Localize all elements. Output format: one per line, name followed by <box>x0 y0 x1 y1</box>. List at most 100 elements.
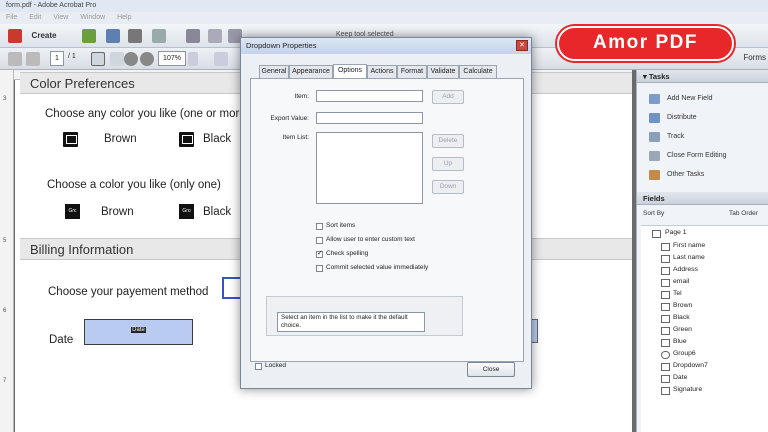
fit-page-icon[interactable] <box>214 52 228 66</box>
up-button[interactable]: Up <box>432 157 464 171</box>
dropdown-properties-dialog: Dropdown Properties ✕ General Appearance… <box>240 37 532 389</box>
zoom-in-icon[interactable] <box>140 52 154 66</box>
page-total: 1 <box>71 53 76 60</box>
task-close-form-editing[interactable]: Close Form Editing <box>667 152 727 159</box>
menu-view[interactable]: View <box>53 14 68 21</box>
prev-page-icon[interactable] <box>8 52 22 66</box>
tab-general[interactable]: General <box>259 65 289 78</box>
task-other-tasks[interactable]: Other Tasks <box>667 171 704 178</box>
field-text-icon <box>661 243 670 251</box>
checkbox-black-icon[interactable] <box>179 132 194 147</box>
field-last-name[interactable]: Last name <box>673 254 705 261</box>
tab-calculate[interactable]: Calculate <box>459 65 497 78</box>
date-field[interactable]: Date <box>84 319 193 345</box>
zoom-out-icon[interactable] <box>124 52 138 66</box>
amor-pdf-logo: Amor PDF <box>557 26 734 61</box>
delete-button[interactable]: Delete <box>432 134 464 148</box>
radio-brown-icon[interactable]: Grc <box>65 204 80 219</box>
field-group6[interactable]: Group6 <box>673 350 696 357</box>
distribute-icon <box>649 113 660 123</box>
field-brown[interactable]: Brown <box>673 302 692 309</box>
field-dropdown7[interactable]: Dropdown7 <box>673 362 708 369</box>
task-distribute[interactable]: Distribute <box>667 114 697 121</box>
commit-value-label: Commit selected value immediately <box>326 264 429 271</box>
field-address[interactable]: Address <box>673 266 698 273</box>
field-date[interactable]: Date <box>673 374 687 381</box>
add-button[interactable]: Add <box>432 90 464 104</box>
page-number-input[interactable]: 1 <box>50 51 64 66</box>
field-green[interactable]: Green <box>673 326 692 333</box>
field-email[interactable]: email <box>673 278 689 285</box>
question-payment-method: Choose your payement method <box>48 286 209 298</box>
window-title: form.pdf - Adobe Acrobat Pro <box>6 2 97 9</box>
dialog-title: Dropdown Properties <box>246 41 317 50</box>
radio-black-label: Black <box>203 206 232 218</box>
field-black[interactable]: Black <box>673 314 690 321</box>
select-tool-icon[interactable] <box>91 52 105 66</box>
down-button[interactable]: Down <box>432 180 464 194</box>
dropdown-field-selected[interactable] <box>222 277 242 299</box>
sort-by-dropdown[interactable]: Sort By <box>643 210 664 217</box>
zoom-dropdown-icon[interactable] <box>188 52 198 66</box>
dialog-close-icon[interactable]: ✕ <box>516 40 528 51</box>
tab-order-dropdown[interactable]: Tab Order <box>729 210 758 217</box>
option-brown-label: Brown <box>104 133 137 145</box>
tab-appearance[interactable]: Appearance <box>289 65 333 78</box>
item-input[interactable] <box>316 90 423 102</box>
field-radio-group-icon <box>661 351 670 359</box>
comment-icon[interactable] <box>208 29 222 43</box>
check-spelling-label: Check spelling <box>326 250 369 257</box>
folder-icon[interactable] <box>82 29 96 43</box>
field-text-icon <box>661 255 670 263</box>
locked-label: Locked <box>265 362 286 369</box>
tab-validate[interactable]: Validate <box>427 65 459 78</box>
export-value-label: Export Value: <box>270 115 309 122</box>
zoom-input[interactable]: 107% <box>158 51 186 66</box>
tasks-header[interactable]: ▾ Tasks <box>637 70 768 83</box>
radio-black-icon[interactable]: Gro <box>179 204 194 219</box>
tab-actions[interactable]: Actions <box>367 65 397 78</box>
item-label: Item: <box>294 93 309 100</box>
field-blue[interactable]: Blue <box>673 338 687 345</box>
custom-text-checkbox[interactable] <box>316 237 323 244</box>
field-dropdown-icon <box>661 363 670 371</box>
forms-label[interactable]: Forms <box>743 53 766 62</box>
print-icon[interactable] <box>128 29 142 43</box>
tab-options[interactable]: Options <box>333 64 367 78</box>
date-label: Date <box>49 334 74 346</box>
menu-help[interactable]: Help <box>117 14 131 21</box>
field-checkbox-icon <box>661 327 670 335</box>
field-signature[interactable]: Signature <box>673 386 702 393</box>
field-tel[interactable]: Tel <box>673 290 682 297</box>
hand-tool-icon[interactable] <box>110 52 124 66</box>
task-track[interactable]: Track <box>667 133 684 140</box>
check-spelling-checkbox[interactable] <box>316 249 323 258</box>
add-field-icon <box>649 94 660 104</box>
checkbox-brown-icon[interactable] <box>63 132 78 147</box>
option-black-label: Black <box>203 133 232 145</box>
item-list-box[interactable] <box>316 132 423 204</box>
item-list-label: Item List: <box>282 134 309 141</box>
create-icon <box>8 29 22 43</box>
commit-value-checkbox[interactable] <box>316 265 323 272</box>
menu-file[interactable]: File <box>6 14 17 21</box>
right-side-panel: ▾ Tasks Add New Field Distribute Track C… <box>636 70 768 432</box>
menu-edit[interactable]: Edit <box>29 14 41 21</box>
fields-header: Fields <box>637 192 768 205</box>
share-icon[interactable] <box>152 29 166 43</box>
task-add-new-field[interactable]: Add New Field <box>667 95 713 102</box>
export-value-input[interactable] <box>316 112 423 124</box>
next-page-icon[interactable] <box>26 52 40 66</box>
create-button[interactable]: Create <box>24 28 64 44</box>
tab-format[interactable]: Format <box>397 65 427 78</box>
other-tasks-icon <box>649 170 660 180</box>
fields-root-page[interactable]: Page 1 <box>665 229 687 236</box>
sort-items-checkbox[interactable] <box>316 223 323 230</box>
menu-window[interactable]: Window <box>80 14 105 21</box>
close-button[interactable]: Close <box>467 362 515 377</box>
locked-checkbox[interactable] <box>255 363 262 370</box>
save-icon[interactable] <box>106 29 120 43</box>
hint-text: Select an item in the list to make it th… <box>277 312 425 332</box>
edit-icon[interactable] <box>186 29 200 43</box>
field-first-name[interactable]: First name <box>673 242 705 249</box>
